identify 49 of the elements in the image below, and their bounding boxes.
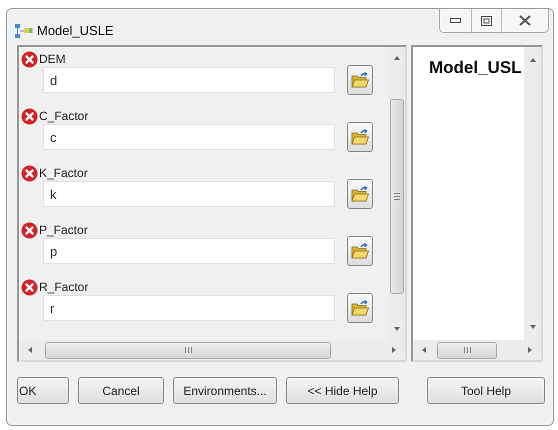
scroll-right-icon[interactable] [391,346,397,354]
scrollbar-thumb[interactable] [437,342,497,358]
hide-help-button[interactable]: << Hide Help [286,377,399,404]
minimize-icon [450,18,461,23]
folder-icon [351,72,369,88]
grip-icon [394,193,400,200]
tool-help-button[interactable]: Tool Help [427,377,545,404]
scrollbar-thumb[interactable] [390,99,404,294]
browse-button[interactable] [347,122,373,152]
horizontal-scrollbar[interactable] [413,340,541,360]
scroll-up-icon[interactable] [392,55,400,61]
scroll-up-icon[interactable] [528,57,536,63]
horizontal-scrollbar[interactable] [19,340,405,360]
browse-button[interactable] [347,236,373,266]
parameter-field[interactable]: k [43,181,335,207]
vertical-scrollbar[interactable] [388,47,405,340]
scroll-down-icon[interactable] [528,324,536,330]
folder-icon [351,300,369,316]
folder-icon [351,186,369,202]
parameter-label: R_Factor [39,279,88,296]
model-icon [15,24,33,38]
parameter-field[interactable]: d [43,67,335,93]
browse-button[interactable] [347,293,373,323]
browse-button[interactable] [347,179,373,209]
maximize-icon [481,16,492,26]
scroll-left-icon[interactable] [27,346,33,354]
environments-button[interactable]: Environments... [173,377,277,404]
browse-button[interactable] [347,65,373,95]
close-icon [519,15,531,26]
vertical-scrollbar[interactable] [524,47,541,340]
parameter-label: DEM [39,51,66,68]
grip-icon [464,347,470,353]
scrollbar-thumb[interactable] [45,342,331,358]
scroll-down-icon[interactable] [392,326,400,332]
folder-icon [351,243,369,259]
parameter-label: P_Factor [39,222,88,239]
parameter-label: C_Factor [39,108,88,125]
parameter-field[interactable]: c [43,124,335,150]
parameter-field[interactable]: r [43,295,335,321]
grip-icon [184,347,192,353]
parameter-field[interactable]: p [43,238,335,264]
window-title: Model_USLE [37,22,114,40]
scroll-left-icon[interactable] [421,346,427,354]
parameter-label: K_Factor [39,165,88,182]
ok-button[interactable]: OK [17,377,69,404]
help-title: Model_USL [429,58,522,77]
cancel-button[interactable]: Cancel [78,377,164,404]
scroll-right-icon[interactable] [527,346,533,354]
folder-icon [351,129,369,145]
